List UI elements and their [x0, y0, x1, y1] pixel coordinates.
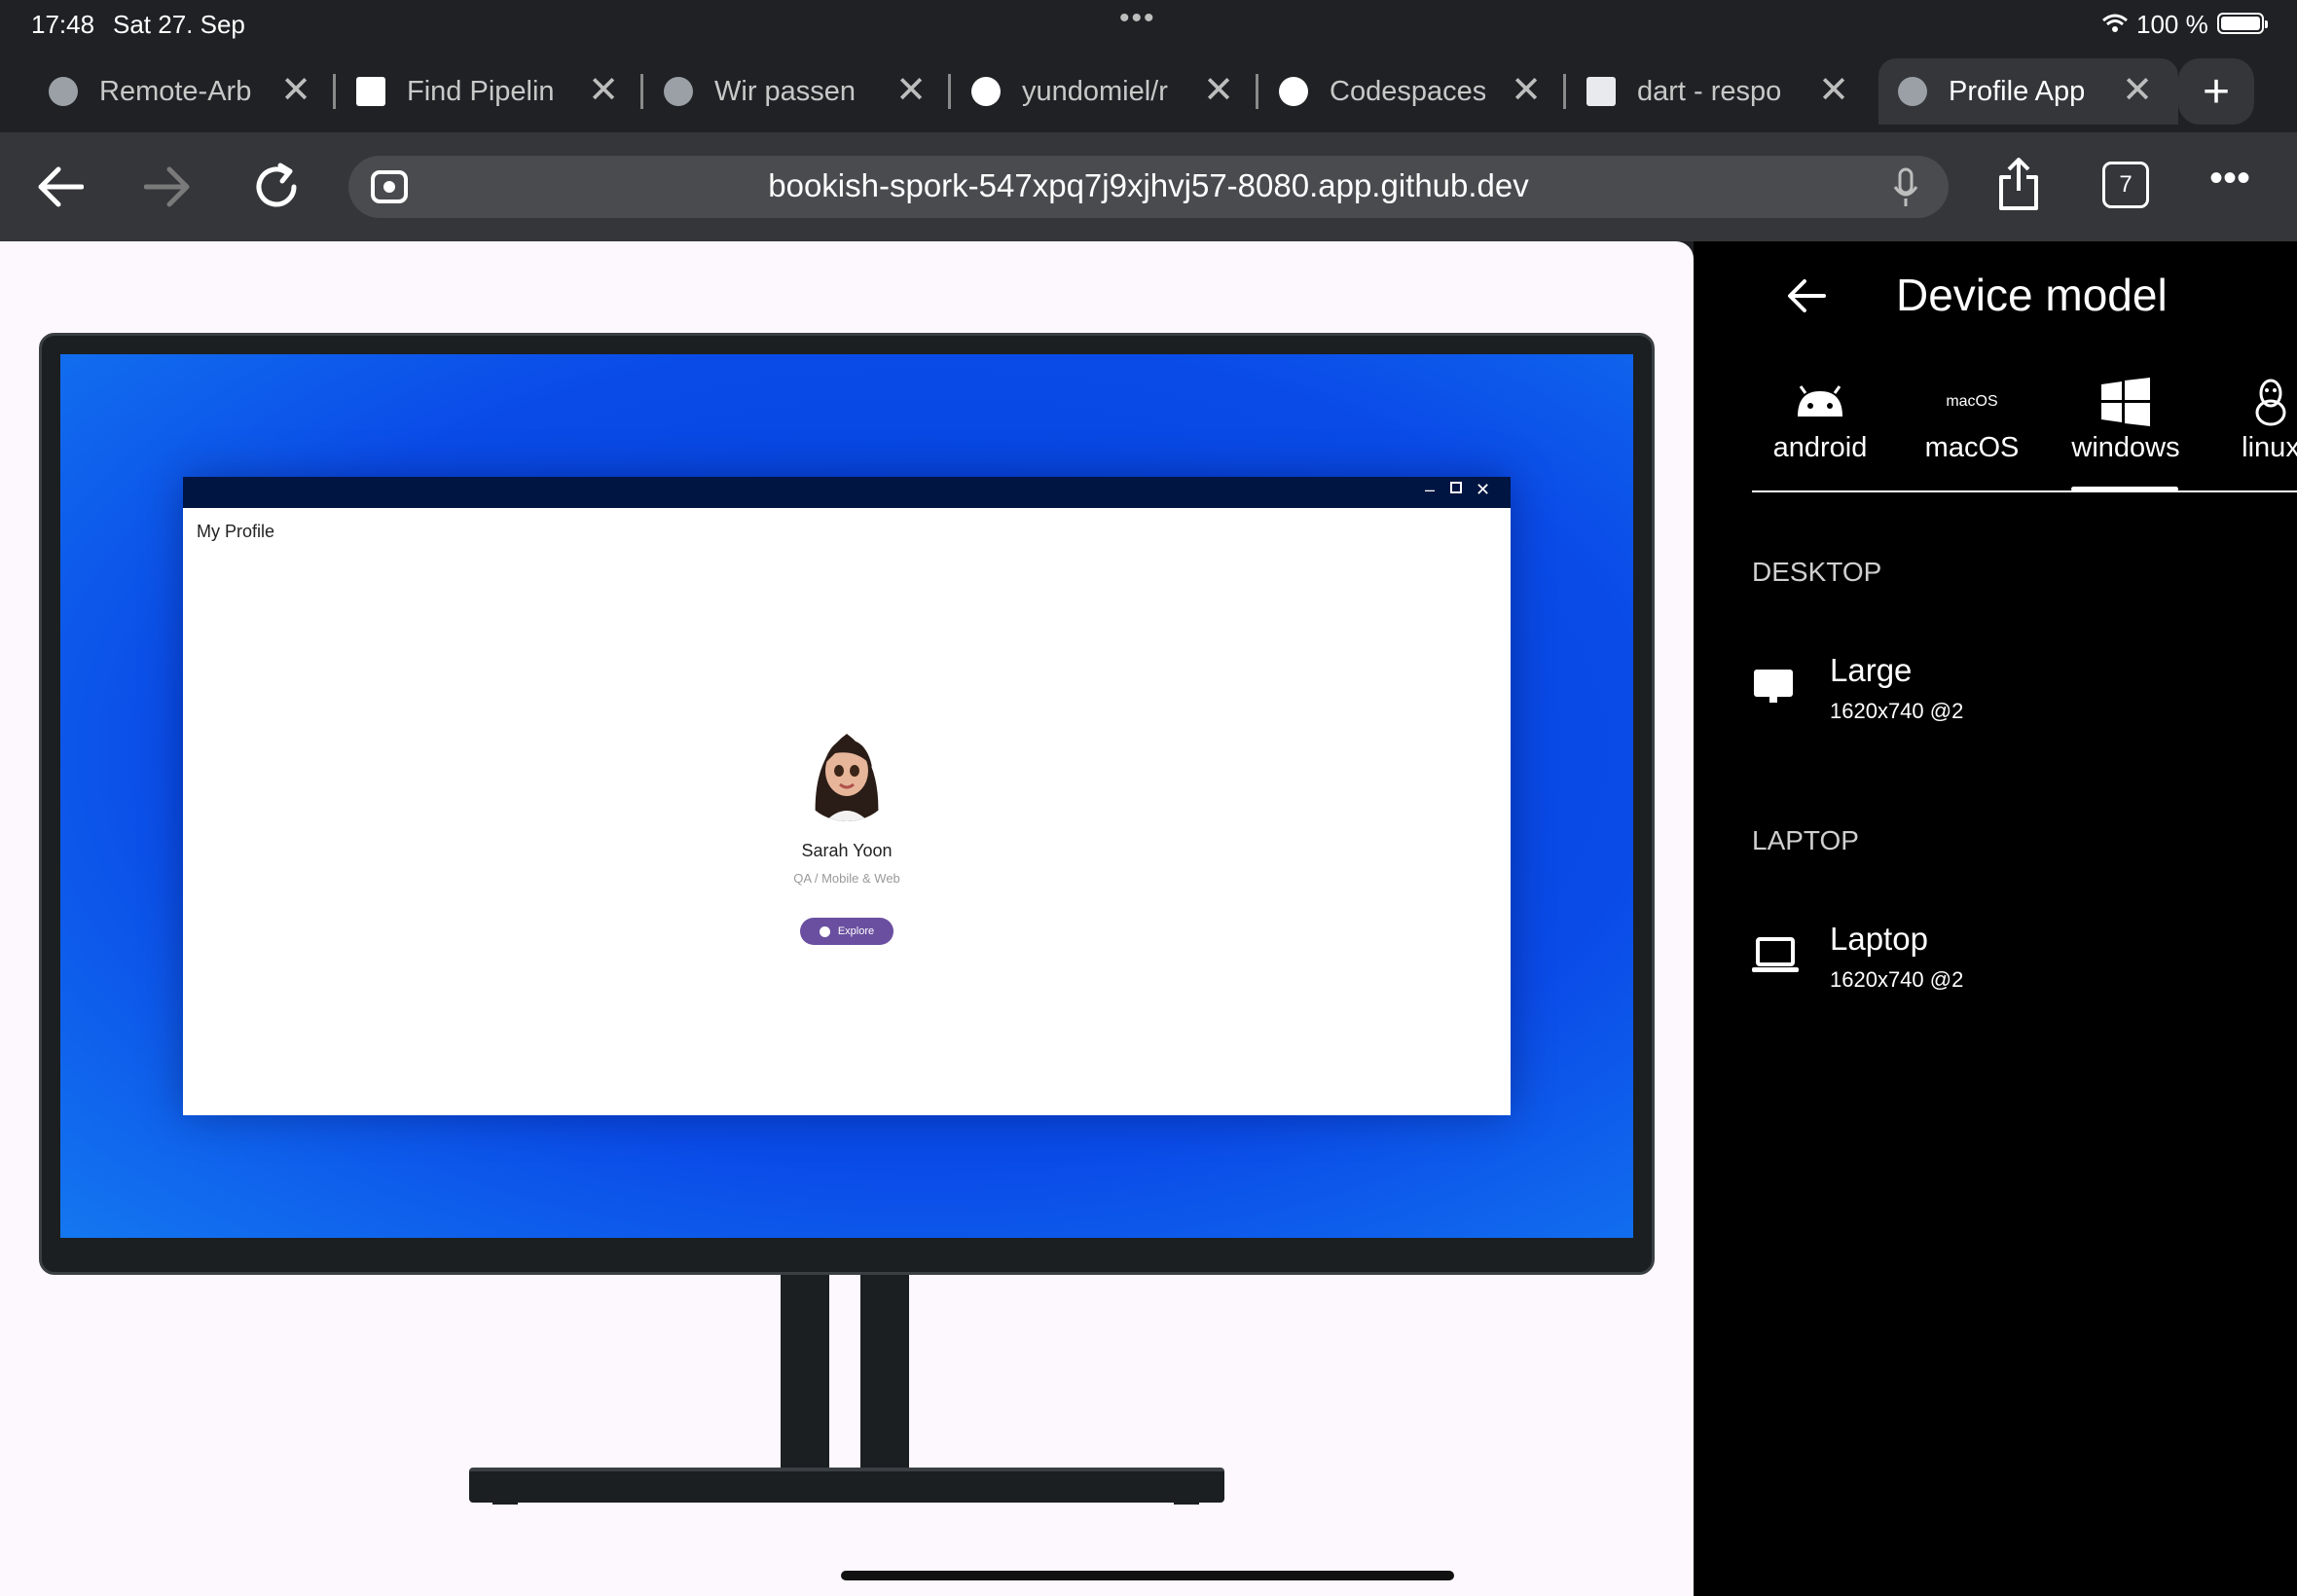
wifi-icon: [2102, 14, 2128, 32]
tab-label: Codespaces: [1330, 75, 1485, 107]
profile-role: QA / Mobile & Web: [793, 871, 900, 886]
status-time: 17:48: [31, 10, 95, 39]
maximize-icon[interactable]: [1450, 482, 1462, 493]
device-model-panel: Device model android macOS macOS windows: [1694, 241, 2297, 1596]
tab-dart-response[interactable]: dart - respo ✕: [1567, 58, 1875, 125]
panel-title: Device model: [1896, 270, 2168, 320]
close-icon[interactable]: ✕: [1511, 72, 1542, 109]
new-tab-button[interactable]: +: [2178, 58, 2254, 125]
globe-icon: [49, 77, 78, 106]
home-indicator[interactable]: [841, 1571, 1454, 1580]
tab-label: android: [1772, 432, 1868, 463]
laptop-icon: [1752, 937, 1799, 972]
tab-label: Remote-Arb: [99, 75, 252, 107]
github-icon: [1279, 77, 1308, 106]
close-icon[interactable]: ✕: [1476, 480, 1490, 500]
device-resolution: 1620x740 @2: [1830, 699, 1964, 723]
close-icon[interactable]: ✕: [895, 72, 927, 109]
device-item-large[interactable]: Large 1620x740 @2: [1752, 652, 2239, 740]
tab-separator: [640, 74, 643, 109]
monitor-stand: [860, 1275, 909, 1469]
compass-icon: [819, 925, 830, 937]
tab-linux[interactable]: linux: [2227, 378, 2297, 464]
globe-icon: [664, 77, 693, 106]
tab-windows[interactable]: windows: [2058, 378, 2194, 464]
macos-icon: macOS: [1946, 393, 1998, 410]
share-icon[interactable]: [1997, 158, 2040, 212]
tab-switcher-button[interactable]: 7: [2102, 162, 2149, 208]
tab-separator: [333, 74, 336, 109]
windows-icon: [2101, 378, 2150, 426]
tab-separator: [1256, 74, 1258, 109]
globe-icon: [1898, 77, 1927, 106]
linux-icon: [2255, 379, 2286, 426]
explore-button[interactable]: Explore: [800, 918, 893, 945]
tab-label: dart - respo: [1637, 75, 1782, 107]
section-header-desktop: DESKTOP: [1752, 557, 1882, 587]
device-name: Laptop: [1830, 921, 1928, 957]
tab-label: macOS: [1924, 432, 2020, 463]
multitasking-dots-icon[interactable]: •••: [1119, 2, 1156, 35]
battery-icon: [2217, 13, 2268, 34]
tab-separator: [1563, 74, 1566, 109]
monitor-foot: [1174, 1497, 1199, 1505]
tab-find-pipeline[interactable]: Find Pipelin ✕: [337, 58, 644, 125]
tab-label: Find Pipelin: [407, 75, 555, 107]
close-icon[interactable]: ✕: [2122, 72, 2153, 109]
explore-button-label: Explore: [837, 925, 875, 937]
avatar: [796, 720, 897, 821]
status-bar: 17:48 Sat 27. Sep ••• 100 %: [0, 0, 2297, 47]
tab-label: linux: [2242, 432, 2297, 463]
close-icon[interactable]: ✕: [1818, 72, 1849, 109]
tab-wir-passen[interactable]: Wir passen ✕: [644, 58, 952, 125]
divider: [1752, 490, 2297, 492]
tab-label: Profile App: [1949, 75, 2086, 107]
forward-arrow-icon[interactable]: [144, 165, 191, 208]
github-icon: [971, 77, 1001, 106]
window-titlebar: – ✕: [183, 477, 1511, 508]
address-bar[interactable]: bookish-spork-547xpq7j9xjhvj57-8080.app.…: [348, 156, 1949, 218]
page-title: My Profile: [197, 522, 275, 541]
tab-android[interactable]: android: [1752, 378, 1888, 464]
tab-codespaces[interactable]: Codespaces ✕: [1259, 58, 1567, 125]
tab-separator: [948, 74, 951, 109]
monitor-base: [469, 1468, 1224, 1503]
tab-remote-arb[interactable]: Remote-Arb ✕: [29, 58, 337, 125]
browser-toolbar: bookish-spork-547xpq7j9xjhvj57-8080.app.…: [0, 132, 2297, 241]
device-name: Large: [1830, 652, 1913, 688]
battery-percentage: 100 %: [2136, 10, 2208, 39]
app-window: – ✕ My Profile Sarah Yoon QA / Mobile & …: [183, 477, 1511, 1115]
status-date: Sat 27. Sep: [113, 10, 245, 39]
minimize-icon[interactable]: –: [1425, 480, 1435, 500]
tab-label: windows: [2071, 432, 2180, 463]
tab-strip: Remote-Arb ✕ Find Pipelin ✕ Wir passen ✕…: [0, 47, 2297, 132]
close-icon[interactable]: ✕: [1203, 72, 1234, 109]
tab-profile-app[interactable]: Profile App ✕: [1878, 58, 2178, 125]
more-menu-icon[interactable]: •••: [2209, 154, 2250, 202]
close-icon[interactable]: ✕: [588, 72, 619, 109]
reload-icon[interactable]: [251, 162, 302, 212]
device-item-laptop[interactable]: Laptop 1620x740 @2: [1752, 921, 2239, 1008]
site-favicon: [1586, 77, 1616, 106]
tab-label: yundomiel/r: [1022, 75, 1168, 107]
tab-yundomiel[interactable]: yundomiel/r ✕: [952, 58, 1259, 125]
monitor-icon: [1754, 670, 1793, 703]
monitor-foot: [492, 1497, 518, 1505]
back-arrow-icon[interactable]: [1787, 278, 1826, 313]
url-text[interactable]: bookish-spork-547xpq7j9xjhvj57-8080.app.…: [348, 167, 1949, 204]
microphone-icon[interactable]: [1892, 167, 1919, 208]
site-favicon: [356, 77, 385, 106]
tab-label: Wir passen: [714, 75, 857, 107]
tab-macos[interactable]: macOS macOS: [1904, 378, 2040, 464]
close-icon[interactable]: ✕: [280, 72, 311, 109]
profile-name: Sarah Yoon: [801, 841, 893, 860]
back-arrow-icon[interactable]: [37, 165, 84, 208]
monitor-stand: [781, 1275, 829, 1469]
android-icon: [1798, 385, 1842, 417]
device-resolution: 1620x740 @2: [1830, 967, 1964, 992]
section-header-laptop: LAPTOP: [1752, 825, 1859, 855]
